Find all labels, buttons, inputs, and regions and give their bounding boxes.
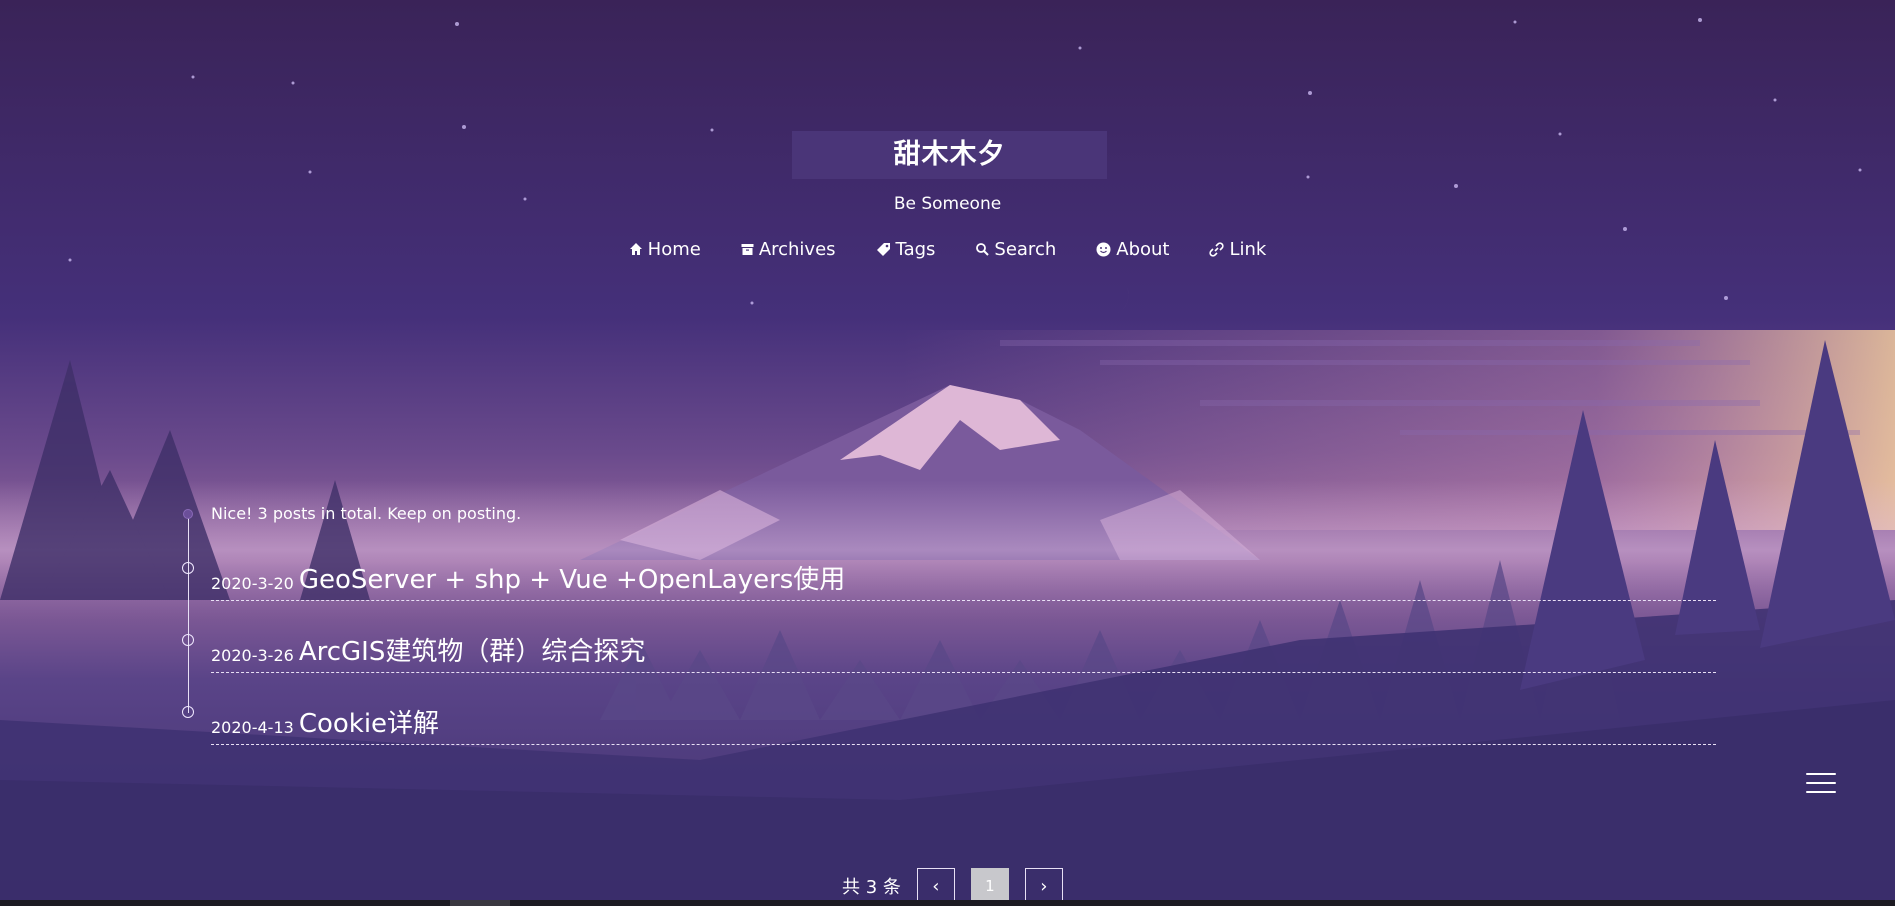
nav-about[interactable]: About xyxy=(1096,237,1169,261)
post-title-link[interactable]: Cookie详解 xyxy=(299,703,439,740)
post-item: 2020-4-13 Cookie详解 xyxy=(211,697,1716,745)
scrollbar-thumb[interactable] xyxy=(450,900,510,906)
timeline-dot xyxy=(182,706,194,718)
link-icon xyxy=(1209,241,1225,257)
site-subtitle: Be Someone xyxy=(893,194,1002,214)
nav-link[interactable]: Link xyxy=(1209,237,1266,261)
tag-icon xyxy=(876,242,891,257)
nav-tags[interactable]: Tags xyxy=(876,237,936,261)
pagination-prev-button[interactable]: ‹ xyxy=(916,868,955,904)
site-title[interactable]: 甜木木夕 xyxy=(792,131,1107,179)
nav-search-label: Search xyxy=(994,238,1057,260)
about-icon xyxy=(1096,242,1111,257)
timeline-line xyxy=(188,515,189,713)
post-item: 2020-3-20 GeoServer + shp + Vue +OpenLay… xyxy=(211,553,1716,601)
moon-icon[interactable] xyxy=(1092,278,1136,322)
timeline-dot xyxy=(183,509,193,519)
timeline-dot xyxy=(182,634,194,646)
horizontal-scrollbar[interactable] xyxy=(0,900,1895,906)
post-date: 2020-4-13 xyxy=(211,718,294,737)
nav-link-label: Link xyxy=(1229,238,1267,260)
post-date: 2020-3-20 xyxy=(211,574,294,593)
nav-search[interactable]: Search xyxy=(975,237,1056,261)
nav-tags-label: Tags xyxy=(895,238,936,260)
nav-about-label: About xyxy=(1116,238,1170,260)
nav-archives[interactable]: Archives xyxy=(741,237,836,261)
pagination: 共 3 条 ‹ 1 › xyxy=(842,868,1063,904)
home-icon xyxy=(629,242,643,256)
main-nav: Home Archives Tags Search About Link xyxy=(0,237,1895,261)
post-item: 2020-3-26 ArcGIS建筑物（群）综合探究 xyxy=(211,625,1716,673)
pagination-page-button[interactable]: 1 xyxy=(970,868,1009,904)
pagination-total: 共 3 条 xyxy=(842,877,901,898)
post-title-link[interactable]: ArcGIS建筑物（群）综合探究 xyxy=(299,631,646,668)
timeline-dot xyxy=(182,562,194,574)
archive-icon xyxy=(741,243,754,256)
nav-archives-label: Archives xyxy=(758,238,836,260)
nav-home-label: Home xyxy=(647,238,701,260)
archive-summary: Nice! 3 posts in total. Keep on posting. xyxy=(211,504,522,523)
post-title-link[interactable]: GeoServer + shp + Vue +OpenLayers使用 xyxy=(299,559,846,596)
search-icon xyxy=(975,242,990,256)
pagination-next-button[interactable]: › xyxy=(1024,868,1063,904)
hamburger-menu-icon[interactable] xyxy=(1806,773,1836,793)
nav-home[interactable]: Home xyxy=(629,237,701,261)
post-date: 2020-3-26 xyxy=(211,646,294,665)
